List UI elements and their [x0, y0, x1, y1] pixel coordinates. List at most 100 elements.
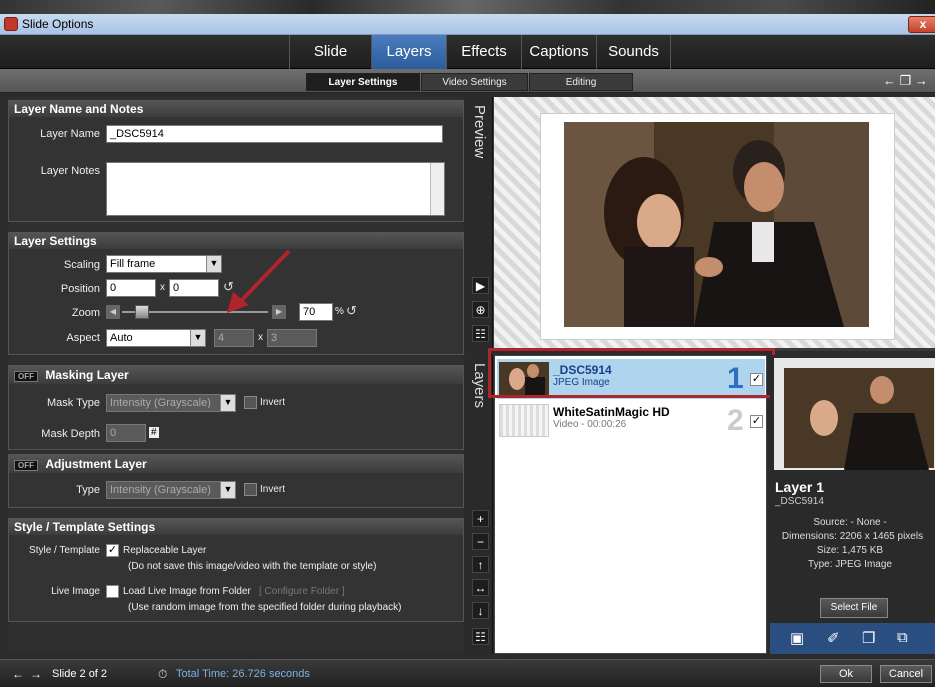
- tab-layers[interactable]: Layers: [371, 35, 446, 69]
- arrow-left-icon[interactable]: ←: [883, 73, 896, 88]
- layer-name-input[interactable]: _DSC5914: [106, 125, 443, 143]
- copy-layer-icon[interactable]: ❐: [900, 73, 912, 88]
- desktop-strip: [0, 0, 935, 14]
- layers-vertical-tab[interactable]: Layers + − ↑ ↔ ↓ ☷: [468, 355, 493, 654]
- red-highlight-box: [488, 348, 775, 398]
- preview-vertical-tab[interactable]: Preview ▶ ⊕ ☷: [468, 97, 493, 351]
- red-arrow-annotation: [227, 249, 291, 313]
- mask-type-select[interactable]: Intensity (Grayscale) ▼: [106, 394, 236, 412]
- adjustment-type-value: Intensity (Grayscale): [110, 484, 211, 496]
- adjustment-type-select[interactable]: Intensity (Grayscale) ▼: [106, 481, 236, 499]
- subtab-layer-settings[interactable]: Layer Settings: [306, 73, 420, 91]
- aspect-select[interactable]: Auto ▼: [106, 329, 206, 347]
- masking-layer-panel: OFF Masking Layer Mask Type Intensity (G…: [8, 365, 464, 450]
- adjustment-header-row: OFF Adjustment Layer: [9, 455, 463, 473]
- zoom-percent-label: %: [335, 306, 344, 317]
- masking-off-toggle[interactable]: OFF: [14, 371, 38, 382]
- layer-info-type: Type: JPEG Image: [808, 559, 892, 570]
- play-icon[interactable]: ▶: [472, 277, 489, 294]
- adjustment-invert-checkbox[interactable]: [244, 483, 257, 496]
- layer-notes-label: Layer Notes: [40, 165, 100, 177]
- prev-slide-icon[interactable]: ←: [12, 667, 24, 681]
- mask-invert-checkbox[interactable]: [244, 396, 257, 409]
- chevron-down-icon[interactable]: ▼: [220, 482, 235, 498]
- copy-file-icon[interactable]: ⧉: [897, 629, 908, 646]
- subtab-video-settings[interactable]: Video Settings: [421, 73, 528, 91]
- layer-info-toolbar: ▣ ✐ ❐ ⧉: [770, 623, 935, 654]
- move-up-icon[interactable]: ↑: [472, 556, 489, 573]
- name-notes-panel: Layer Name and Notes Layer Name _DSC5914…: [8, 100, 464, 222]
- configure-folder-link[interactable]: [ Configure Folder ]: [259, 586, 345, 597]
- edit-image-icon[interactable]: ▣: [790, 629, 804, 647]
- swap-icon[interactable]: ↔: [472, 579, 489, 596]
- adjustment-off-toggle[interactable]: OFF: [14, 460, 38, 471]
- preview-tab-label: Preview: [471, 105, 488, 159]
- mask-depth-input[interactable]: 0: [106, 424, 146, 442]
- zoom-slider-thumb[interactable]: [135, 305, 150, 319]
- window-titlebar: Slide Options x: [0, 14, 935, 35]
- tab-slide[interactable]: Slide: [289, 35, 371, 69]
- footer-bar: ← → Slide 2 of 2 ⏱ Total Time: 26.726 se…: [0, 659, 935, 687]
- zoom-icon[interactable]: ⊕: [472, 301, 489, 318]
- layer-row[interactable]: WhiteSatinMagic HD Video - 00:00:26 2 ✓: [497, 401, 765, 441]
- layers-tab-label: Layers: [471, 363, 488, 409]
- left-settings-pane: Layer Name and Notes Layer Name _DSC5914…: [8, 97, 464, 651]
- reset-zoom-icon[interactable]: ↺: [346, 303, 357, 319]
- mask-depth-suffix: #: [149, 427, 159, 438]
- layer-info-dimensions: Dimensions: 2206 x 1465 pixels: [781, 531, 924, 542]
- aspect-label: Aspect: [66, 332, 100, 344]
- chevron-down-icon[interactable]: ▼: [220, 395, 235, 411]
- subtab-editing[interactable]: Editing: [529, 73, 633, 91]
- ok-button[interactable]: Ok: [820, 665, 872, 683]
- arrow-right-icon[interactable]: →: [915, 73, 928, 88]
- live-image-note: (Use random image from the specified fol…: [128, 602, 402, 613]
- clock-icon: ⏱: [158, 667, 168, 681]
- sub-tab-bar: Layer Settings Video Settings Editing ← …: [0, 69, 935, 93]
- layer-name-label: Layer Name: [40, 128, 100, 140]
- tab-effects[interactable]: Effects: [446, 35, 521, 69]
- aspect-separator: x: [258, 332, 263, 343]
- layer-info-source: Source: - None -: [813, 517, 887, 528]
- name-notes-header: Layer Name and Notes: [9, 101, 463, 117]
- scaling-select[interactable]: Fill frame ▼: [106, 255, 222, 273]
- layer-settings-panel: Layer Settings Scaling Fill frame ▼ Posi…: [8, 232, 464, 355]
- zoom-decrease-icon[interactable]: ◀: [106, 305, 120, 319]
- move-down-icon[interactable]: ↓: [472, 602, 489, 619]
- zoom-value-input[interactable]: 70: [299, 303, 333, 321]
- masking-header-row: OFF Masking Layer: [9, 366, 463, 384]
- close-button[interactable]: x: [908, 16, 935, 33]
- cancel-button[interactable]: Cancel: [880, 665, 932, 683]
- select-tool-icon[interactable]: ☷: [472, 628, 489, 645]
- layer-nav-icons[interactable]: ← ❐ →: [883, 73, 928, 89]
- live-image-option: Load Live Image from Folder: [123, 586, 251, 597]
- tab-sounds[interactable]: Sounds: [596, 35, 671, 69]
- replaceable-layer-note: (Do not save this image/video with the t…: [128, 561, 377, 572]
- main-tab-bar: Slide Layers Effects Captions Sounds: [0, 35, 935, 69]
- duplicate-icon[interactable]: ❐: [862, 629, 875, 647]
- layer-notes-textarea[interactable]: [106, 162, 445, 216]
- aspect-height-input[interactable]: 3: [267, 329, 317, 347]
- layer-visible-checkbox[interactable]: ✓: [750, 415, 763, 428]
- remove-layer-icon[interactable]: −: [472, 533, 489, 550]
- layer-info-panel: Layer 1 _DSC5914 Source: - None - Dimens…: [770, 355, 935, 654]
- layer-number: 2: [727, 404, 744, 437]
- file-info-icon[interactable]: ✐: [827, 629, 840, 647]
- select-file-button[interactable]: Select File: [820, 598, 888, 618]
- layer-type: Video - 00:00:26: [553, 419, 627, 430]
- app-icon: [4, 17, 18, 31]
- position-x-input[interactable]: 0: [106, 279, 156, 297]
- layer-name: WhiteSatinMagic HD: [553, 405, 670, 419]
- tab-captions[interactable]: Captions: [521, 35, 596, 69]
- style-template-panel: Style / Template Settings Style / Templa…: [8, 518, 464, 622]
- next-slide-icon[interactable]: →: [30, 667, 42, 681]
- layer-info-title: Layer 1: [775, 479, 825, 495]
- add-layer-icon[interactable]: +: [472, 510, 489, 527]
- select-tool-icon[interactable]: ☷: [472, 325, 489, 342]
- chevron-down-icon[interactable]: ▼: [190, 330, 205, 346]
- replaceable-layer-checkbox[interactable]: ✓: [106, 544, 119, 557]
- aspect-width-input[interactable]: 4: [214, 329, 254, 347]
- position-y-input[interactable]: 0: [169, 279, 219, 297]
- live-image-checkbox[interactable]: [106, 585, 119, 598]
- notes-scrollbar[interactable]: [430, 163, 444, 215]
- total-time: Total Time: 26.726 seconds: [176, 668, 310, 680]
